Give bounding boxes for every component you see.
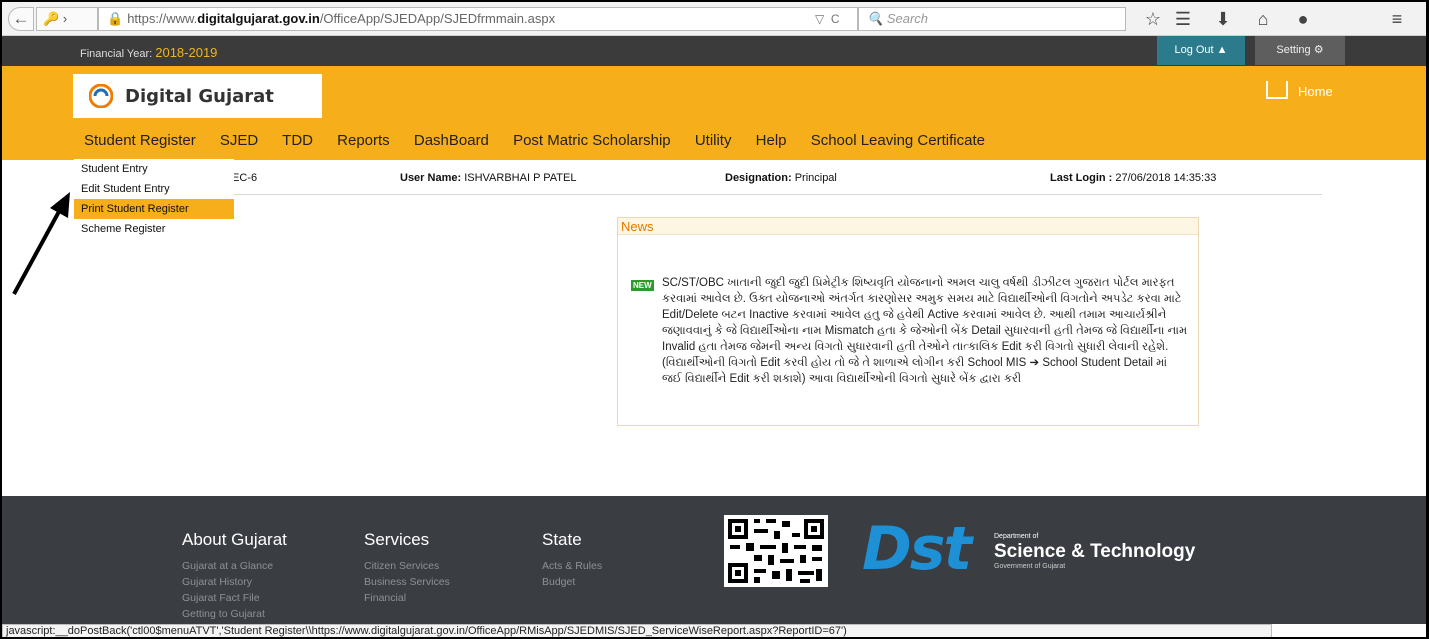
financial-year-label: Financial Year: [80, 48, 153, 60]
chat-icon[interactable]: ● [1288, 7, 1318, 31]
menu-icon[interactable]: ≡ [1382, 7, 1412, 31]
footer-services: Services Citizen Services Business Servi… [364, 530, 450, 606]
news-panel: News NEW SC/ST/OBC ખાતાની જુદી જુદી પ્રિ… [617, 217, 1199, 426]
designation-value: Principal [794, 172, 837, 184]
news-text: SC/ST/OBC ખાતાની જુદી જુદી પ્રિમેટ્રીક શ… [662, 277, 1188, 385]
key-icon: 🔑 [43, 11, 60, 26]
gear-icon: ⚙ [1313, 44, 1324, 56]
footer-link[interactable]: Acts & Rules [542, 558, 602, 574]
menu-sjed[interactable]: SJED [220, 132, 258, 149]
chevron-right-icon: › [62, 11, 68, 26]
logout-label: Log Out [1174, 44, 1214, 56]
logo[interactable]: Digital Gujarat [73, 74, 322, 118]
financial-year: Financial Year: 2018-2019 [80, 45, 217, 60]
menu-reports[interactable]: Reports [337, 132, 390, 149]
browser-toolbar: ← 🔑 › 🔒 https://www.digitalgujarat.gov.in… [2, 2, 1426, 36]
menu-student-register[interactable]: Student Register [84, 132, 196, 149]
reload-icon[interactable]: C [831, 12, 840, 26]
footer-services-title: Services [364, 530, 430, 549]
annotation-arrow-icon [12, 192, 70, 295]
home-icon [1266, 81, 1288, 99]
home-label: Home [1298, 84, 1333, 99]
lock-icon: 🔒 [107, 11, 124, 26]
new-badge: NEW [631, 280, 654, 291]
footer-link[interactable]: Gujarat at a Glance [182, 558, 287, 574]
url-controls: ▽ C [815, 8, 840, 30]
footer-about-title: About Gujarat [182, 530, 287, 549]
last-login-label: Last Login : [1050, 172, 1113, 184]
dst-logo-block[interactable]: Dst Department of Science & Technology G… [862, 514, 1195, 584]
site-identity-button[interactable]: 🔑 › [36, 7, 98, 31]
star-icon[interactable]: ☆ [1138, 7, 1168, 31]
footer-link[interactable]: Business Services [364, 574, 450, 590]
footer-state-title: State [542, 530, 582, 549]
menu-school-leaving-certificate[interactable]: School Leaving Certificate [811, 132, 985, 149]
menu-tdd[interactable]: TDD [282, 132, 313, 149]
url-prefix: https://www. [127, 11, 198, 26]
divider [234, 194, 1322, 195]
footer-link[interactable]: Gujarat History [182, 574, 287, 590]
dst-govt: Government of Gujarat [994, 563, 1066, 570]
dropdown-icon[interactable]: ▽ [815, 12, 824, 26]
digital-gujarat-logo-icon [89, 84, 113, 108]
back-arrow-icon: ← [12, 9, 30, 28]
browser-status-bar: javascript:__doPostBack('ctl00$menuATVT'… [2, 624, 1272, 637]
logo-text: Digital Gujarat [125, 86, 274, 107]
dst-dept-of: Department of [994, 533, 1039, 540]
qr-code-icon [724, 515, 828, 587]
footer-state: State Acts & Rules Budget [542, 530, 602, 590]
dst-title: Science & Technology [994, 541, 1196, 562]
footer-link[interactable]: Gujarat Fact File [182, 590, 287, 606]
dst-logo: Dst [862, 514, 972, 584]
reading-list-icon[interactable]: ☰ [1168, 7, 1198, 31]
footer-link[interactable]: Budget [542, 574, 602, 590]
school-code: EC-6 [232, 172, 258, 184]
user-name-value: ISHVARBHAI P PATEL [464, 172, 577, 184]
last-login-value: 27/06/2018 14:35:33 [1115, 172, 1217, 184]
setting-button[interactable]: Setting ⚙ [1255, 36, 1345, 65]
search-icon: 🔍 [867, 11, 884, 26]
logout-button[interactable]: Log Out ▲ [1157, 36, 1245, 65]
home-link[interactable]: Home [1266, 78, 1333, 99]
url-domain: digitalgujarat.gov.in [197, 11, 320, 26]
url-path: /OfficeApp/SJEDApp/SJEDfrmmain.aspx [319, 11, 556, 26]
financial-year-value: 2018-2019 [155, 45, 218, 60]
main-menu: Student Register SJED TDD Reports DashBo… [84, 132, 1005, 149]
last-login: Last Login : 27/06/2018 14:35:33 [1050, 172, 1216, 184]
news-title: News [618, 218, 1198, 235]
user-icon: ▲ [1216, 44, 1228, 56]
download-icon[interactable]: ⬇ [1208, 7, 1238, 31]
footer-link[interactable]: Citizen Services [364, 558, 450, 574]
screenshot-frame: ← 🔑 › 🔒 https://www.digitalgujarat.gov.in… [0, 0, 1429, 639]
designation-label: Designation: [725, 172, 792, 184]
designation: Designation: Principal [725, 172, 837, 184]
menu-utility[interactable]: Utility [695, 132, 732, 149]
home-browser-icon[interactable]: ⌂ [1248, 7, 1278, 31]
back-button[interactable]: ← [8, 7, 34, 31]
footer-link[interactable]: Financial [364, 590, 450, 606]
url-bar[interactable]: 🔒 https://www.digitalgujarat.gov.in/Offic… [98, 7, 858, 31]
menu-help[interactable]: Help [756, 132, 787, 149]
menu-post-matric-scholarship[interactable]: Post Matric Scholarship [513, 132, 671, 149]
setting-label: Setting [1276, 44, 1311, 56]
search-input[interactable]: 🔍 Search [858, 7, 1126, 31]
footer-about-gujarat: About Gujarat Gujarat at a Glance Gujara… [182, 530, 287, 622]
menu-dashboard[interactable]: DashBoard [414, 132, 489, 149]
user-name-label: User Name: [400, 172, 462, 184]
dropdown-item-student-entry[interactable]: Student Entry [74, 159, 234, 179]
search-placeholder: Search [886, 11, 929, 26]
footer-link[interactable]: Getting to Gujarat [182, 606, 287, 622]
user-name: User Name: ISHVARBHAI P PATEL [400, 172, 576, 184]
